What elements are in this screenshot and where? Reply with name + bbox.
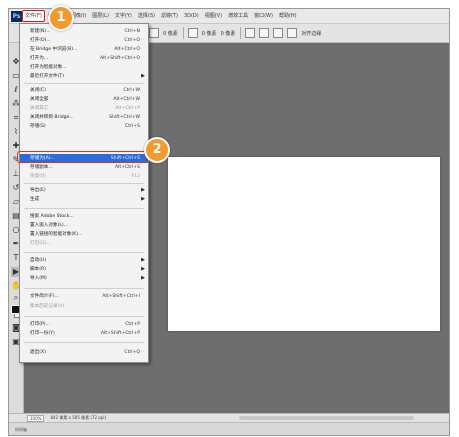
ps-logo-icon: Ps <box>11 10 22 22</box>
document-info: 842 像素 x 595 像素 (72 ppi) <box>50 415 107 420</box>
menu-item-automate[interactable]: 自动(U) ▶ <box>20 256 148 265</box>
menu-item-open[interactable]: 打开(O)... Ctrl+O <box>20 36 148 45</box>
menu-item-browse-bridge[interactable]: 在 Bridge 中浏览(B)... Alt+Ctrl+O <box>20 45 148 54</box>
menu-divider <box>24 316 144 317</box>
width-value[interactable]: 0 像素 <box>202 30 217 37</box>
menu-item-print-one[interactable]: 打印一份(Y) Alt+Shift+Ctrl+P <box>20 329 148 338</box>
menu-window[interactable]: 窗口(W) <box>251 9 276 23</box>
timeline-label[interactable]: 时间轴 <box>15 427 27 432</box>
menu-item-place-embedded[interactable]: 置入嵌入对象(L)... <box>20 221 148 230</box>
menu-item-close-all[interactable]: 关闭全部 Alt+Ctrl+W <box>20 95 148 104</box>
menu-select[interactable]: 选择(S) <box>135 9 158 23</box>
submenu-arrow-icon: ▶ <box>141 196 145 202</box>
menu-item-close-others: 关闭其它 Alt+Ctrl+P <box>30 106 140 111</box>
menu-item-package: 打包(G)... <box>30 241 51 246</box>
menu-filter[interactable]: 滤镜(T) <box>158 9 181 23</box>
menu-item-import[interactable]: 导入(M) ▶ <box>20 274 148 283</box>
menu-divider <box>24 342 144 343</box>
menu-type[interactable]: 文字(Y) <box>112 9 135 23</box>
horizontal-scrollbar[interactable] <box>239 416 414 420</box>
submenu-arrow-icon: ▶ <box>141 266 145 272</box>
gear-icon[interactable] <box>287 28 298 38</box>
menu-divider <box>24 252 144 253</box>
menu-item-open-as[interactable]: 打开为... Alt+Shift+Ctrl+O <box>20 54 148 63</box>
save-as-highlight-ring <box>17 151 147 163</box>
menu-item-recent-files[interactable]: 最近打开文件(T) ▶ <box>20 72 148 81</box>
menu-item-close[interactable]: 关闭(C) Ctrl+W <box>20 86 148 95</box>
search-icon[interactable] <box>245 28 256 38</box>
align-left-icon[interactable] <box>259 28 270 38</box>
menu-item-save-copy[interactable]: 存储副本... Alt+Ctrl+S <box>20 163 148 172</box>
submenu-arrow-icon: ▶ <box>141 73 145 79</box>
submenu-arrow-icon: ▶ <box>141 187 145 193</box>
menu-item-adobe-stock[interactable]: 搜索 Adobe Stock... <box>20 212 148 221</box>
menu-3d[interactable]: 3D(D) <box>181 9 202 23</box>
menu-item-version-history: 版本历史记录(V) <box>30 304 65 309</box>
menu-item-new[interactable]: 新建(N)... Ctrl+N <box>20 27 148 36</box>
menu-item-exit[interactable]: 退出(X) Ctrl+Q <box>20 348 148 357</box>
timeline-panel: 时间轴 <box>9 422 449 435</box>
menu-plugins[interactable]: 增效工具 <box>225 9 251 23</box>
zoom-level[interactable]: 100% <box>27 414 45 422</box>
selection-mode-icon[interactable] <box>149 28 159 38</box>
menu-divider <box>24 288 144 289</box>
menu-item-file-info[interactable]: 文件简介(F)... Alt+Shift+Ctrl+I <box>20 292 148 301</box>
menu-item-revert: 恢复(V) F12 <box>30 174 140 179</box>
feather-value[interactable]: 0 像素 <box>163 30 178 37</box>
photoshop-window: Ps 文件(F) 编辑(E) 图像(I) 图层(L) 文字(Y) 选择(S) 滤… <box>8 8 450 436</box>
menu-divider <box>24 183 144 184</box>
align-center-icon[interactable] <box>273 28 284 38</box>
step-callout-2: 2 <box>144 137 170 163</box>
menu-item-generate[interactable]: 生成 ▶ <box>20 195 148 204</box>
height-value[interactable]: 0 像素 <box>221 30 236 37</box>
menu-item-open-smart-object[interactable]: 打开为智能对象... <box>20 63 148 72</box>
menu-divider <box>24 83 144 84</box>
submenu-arrow-icon: ▶ <box>141 275 145 281</box>
menu-item-close-go-bridge[interactable]: 关闭并转到 Bridge... Shift+Ctrl+W <box>20 113 148 122</box>
status-bar: 100% 842 像素 x 595 像素 (72 ppi) <box>9 413 449 422</box>
step-callout-1: 1 <box>48 5 74 31</box>
menu-layer[interactable]: 图层(L) <box>89 9 112 23</box>
divider <box>240 27 242 39</box>
menu-item-scripts[interactable]: 脚本(R) ▶ <box>20 265 148 274</box>
menu-view[interactable]: 视图(V) <box>202 9 225 23</box>
menu-item-print[interactable]: 打印(P)... Ctrl+P <box>20 320 148 329</box>
style-icon[interactable] <box>187 28 198 38</box>
file-dropdown-menu: 新建(N)... Ctrl+N 打开(O)... Ctrl+O 在 Bridge 中… <box>19 23 149 363</box>
menu-item-place-linked[interactable]: 置入链接的智能对象(K)... <box>20 230 148 239</box>
document-canvas[interactable] <box>168 157 440 331</box>
menu-item-export[interactable]: 导出(E) ▶ <box>20 186 148 195</box>
menu-file[interactable]: 文件(F) <box>22 10 45 22</box>
menu-item-save[interactable]: 存储(S) Ctrl+S <box>20 122 148 131</box>
menu-bar: Ps 文件(F) 编辑(E) 图像(I) 图层(L) 文字(Y) 选择(S) 滤… <box>9 9 449 24</box>
submenu-arrow-icon: ▶ <box>141 257 145 263</box>
align-edges-label[interactable]: 对齐边缘 <box>301 30 321 37</box>
menu-help[interactable]: 帮助(H) <box>276 9 300 23</box>
divider <box>182 27 184 39</box>
menu-divider <box>24 208 144 209</box>
